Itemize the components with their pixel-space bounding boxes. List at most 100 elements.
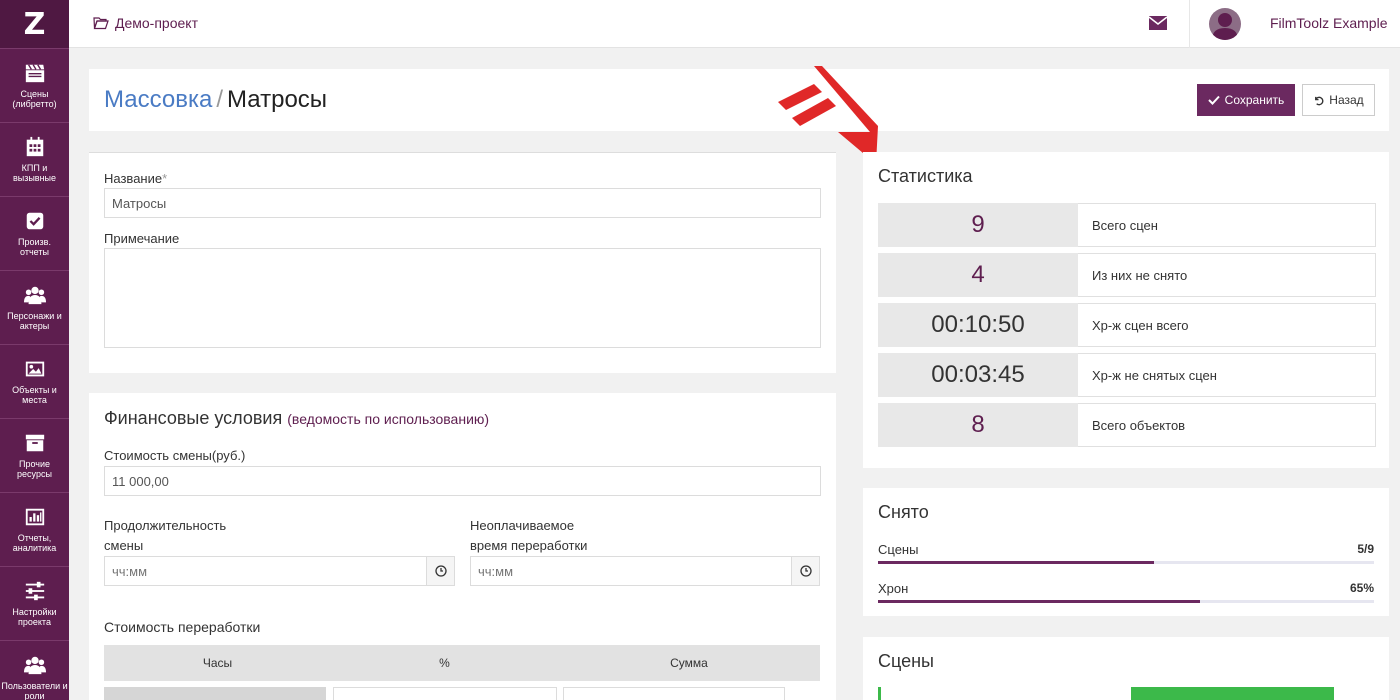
sidebar-item-label: Произв. отчеты: [18, 237, 51, 257]
project-link[interactable]: Демо-проект: [93, 15, 198, 31]
stat-value: 00:10:50: [878, 303, 1078, 347]
image-icon: [25, 361, 44, 377]
shift-cost-label: Стоимость смены(руб.): [104, 448, 246, 463]
stat-row: 00:10:50 Хр-ж сцен всего: [878, 303, 1376, 347]
scene-cell: [881, 687, 1131, 700]
page-title: Матросы: [227, 86, 328, 113]
unpaid-clock-button[interactable]: [792, 556, 820, 586]
finance-panel: Финансовые условия (ведомость по использ…: [89, 393, 836, 700]
scenes-title: Сцены: [878, 651, 934, 671]
stat-value: 00:03:45: [878, 353, 1078, 397]
avatar[interactable]: [1209, 8, 1241, 40]
name-input[interactable]: [104, 188, 821, 218]
column-header: Часы: [202, 656, 233, 670]
scene-row[interactable]: [878, 687, 1348, 700]
finance-title: Финансовые условия (ведомость по использ…: [104, 408, 489, 429]
overtime-percent-cell[interactable]: [333, 687, 557, 700]
stat-label: Хр-ж не снятых сцен: [1078, 353, 1376, 397]
breadcrumb: Массовка / Матросы: [104, 86, 327, 114]
back-button[interactable]: Назад: [1302, 84, 1375, 116]
breadcrumb-separator: /: [216, 86, 224, 113]
stat-value: 9: [878, 203, 1078, 247]
divider: [1189, 0, 1190, 48]
users-icon: [23, 656, 46, 675]
required-marker: *: [162, 171, 168, 186]
sidebar-item-objects[interactable]: Объекты и места: [0, 344, 69, 418]
check-icon: [1207, 95, 1220, 105]
progress-label: Сцены: [878, 542, 919, 557]
overtime-label: Стоимость переработки: [104, 619, 261, 635]
folder-open-icon: [93, 17, 109, 30]
stat-value: 8: [878, 403, 1078, 447]
title-panel: Массовка / Матросы Сохранить Назад: [89, 69, 1389, 131]
progress-value: 65%: [1349, 581, 1374, 595]
name-label-text: Название: [104, 171, 163, 186]
scenes-panel: Сцены: [863, 637, 1389, 700]
sidebar-item-label: Настройки проекта: [12, 607, 57, 627]
progress-track: [878, 561, 1374, 564]
sidebar-item-label: Сцены (либретто): [12, 89, 57, 109]
top-bar: Демо-проект FilmToolz Example: [69, 0, 1400, 48]
finance-subtitle-link[interactable]: (ведомость по использованию): [287, 411, 489, 427]
archive-icon: [25, 434, 44, 452]
sidebar-item-label: КПП и вызывные: [12, 163, 57, 183]
shot-panel: Снято Сцены 5/9 Хрон 65%: [863, 488, 1389, 616]
sidebar-item-reports-prod[interactable]: Произв. отчеты: [0, 196, 69, 270]
chevrons-icon: [778, 66, 878, 164]
shift-cost-input[interactable]: [104, 466, 821, 496]
progress-fill: [878, 600, 1201, 603]
clock-icon: [434, 565, 447, 577]
sidebar-item-settings[interactable]: Настройки проекта: [0, 566, 69, 640]
sidebar-item-label: Прочие ресурсы: [17, 459, 52, 479]
user-name[interactable]: FilmToolz Example: [1270, 15, 1387, 31]
stat-row: 00:03:45 Хр-ж не снятых сцен: [878, 353, 1376, 397]
sidebar-item-users[interactable]: Пользователи и роли: [0, 640, 69, 700]
save-button[interactable]: Сохранить: [1197, 84, 1295, 116]
stat-row: 9 Всего сцен: [878, 203, 1376, 247]
bar-chart-icon: [25, 508, 44, 526]
form-panel: Название* Примечание: [89, 152, 836, 373]
progress-label: Хрон: [878, 581, 909, 596]
sidebar-item-label: Отчеты, аналитика: [12, 533, 57, 553]
overtime-hours-cell[interactable]: [104, 687, 326, 700]
sliders-icon: [25, 581, 44, 601]
overtime-table-header: Часы % Сумма: [104, 645, 820, 681]
back-button-label: Назад: [1329, 93, 1364, 107]
unpaid-input[interactable]: [470, 556, 792, 586]
project-name: Демо-проект: [115, 15, 198, 31]
finance-title-text: Финансовые условия: [104, 408, 283, 428]
note-label: Примечание: [104, 231, 180, 246]
clapperboard-icon: [25, 64, 44, 83]
sidebar: Z Сцены (либретто) КПП и вызывные Произв…: [0, 0, 69, 700]
stat-label: Всего сцен: [1078, 203, 1376, 247]
stat-label: Всего объектов: [1078, 403, 1376, 447]
stat-label: Хр-ж сцен всего: [1078, 303, 1376, 347]
sidebar-item-resources[interactable]: Прочие ресурсы: [0, 418, 69, 492]
overtime-sum-cell[interactable]: [563, 687, 785, 700]
sidebar-item-analytics[interactable]: Отчеты, аналитика: [0, 492, 69, 566]
users-icon: [23, 286, 46, 305]
duration-input[interactable]: [104, 556, 427, 586]
breadcrumb-link[interactable]: Массовка: [104, 86, 212, 113]
sidebar-item-label: Персонажи и актеры: [7, 311, 62, 331]
sidebar-item-label: Пользователи и роли: [1, 681, 68, 700]
sidebar-item-scenes[interactable]: Сцены (либретто): [0, 48, 69, 122]
progress-value: 5/9: [1357, 542, 1374, 556]
note-textarea[interactable]: [104, 248, 821, 348]
progress-track: [878, 600, 1374, 603]
shot-title: Снято: [878, 502, 929, 522]
calendar-icon: [26, 136, 43, 157]
sidebar-item-characters[interactable]: Персонажи и актеры: [0, 270, 69, 344]
mail-icon[interactable]: [1149, 16, 1167, 30]
unpaid-label-2: время переработки: [470, 538, 588, 553]
unpaid-label-1: Неоплачиваемое: [470, 518, 575, 533]
app-logo[interactable]: Z: [0, 0, 69, 48]
stat-label: Из них не снято: [1078, 253, 1376, 297]
duration-clock-button[interactable]: [427, 556, 455, 586]
sidebar-item-label: Объекты и места: [12, 385, 57, 405]
stats-panel: Статистика 9 Всего сцен 4 Из них не снят…: [863, 152, 1389, 468]
save-button-label: Сохранить: [1224, 93, 1285, 107]
progress-fill: [878, 561, 1154, 564]
clock-icon: [799, 565, 812, 577]
sidebar-item-kpp[interactable]: КПП и вызывные: [0, 122, 69, 196]
